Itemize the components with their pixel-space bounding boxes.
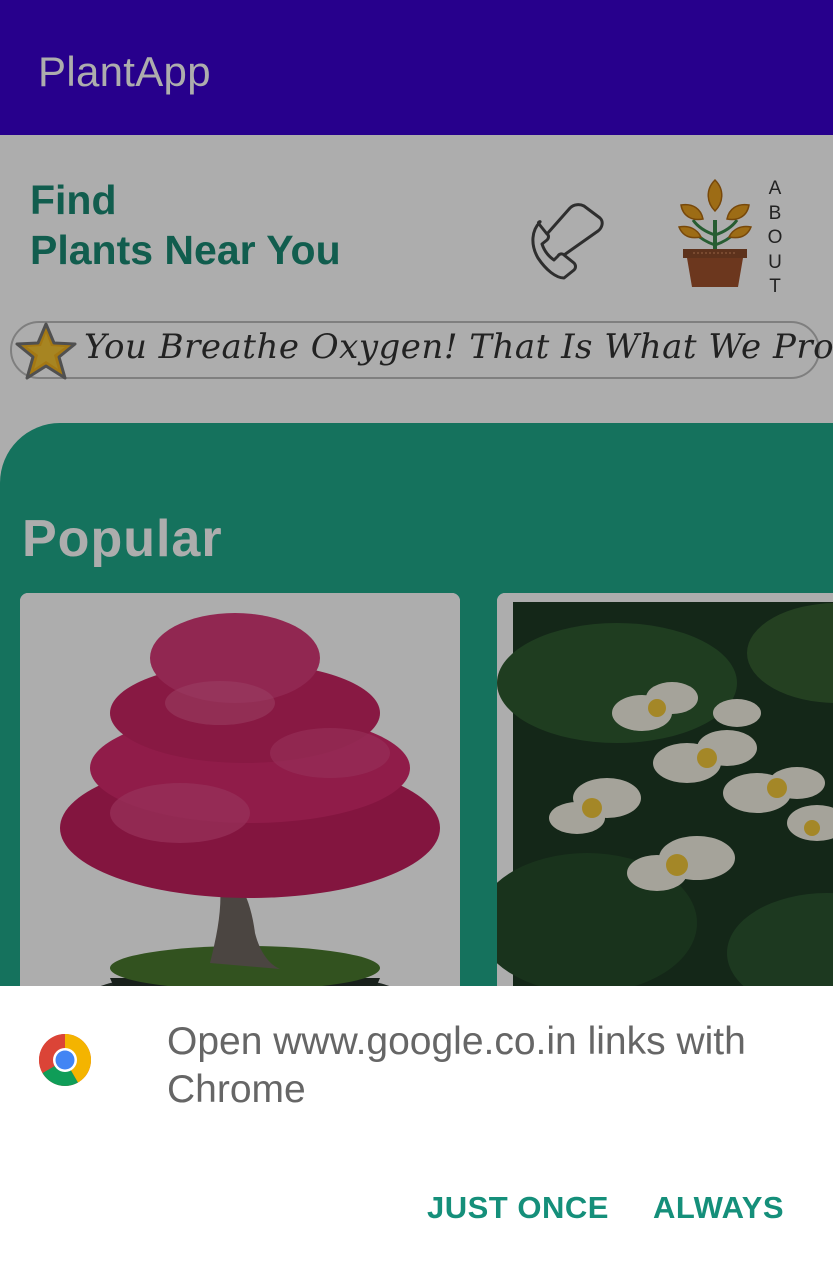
about-link[interactable]: A B O U T [766,177,784,300]
tagline-banner: You Breathe Oxygen! That Is What We Prov… [10,321,833,380]
plant-pot-logo[interactable] [675,175,755,290]
app-bar: PlantApp [0,0,833,135]
plant-card[interactable] [20,593,460,1013]
bonsai-tree-image [20,593,460,1013]
headline-line-2: Plants Near You [30,227,341,273]
header-section: Find Plants Near You A B O U T You Breat… [0,135,833,425]
app-title: PlantApp [38,48,211,95]
about-letter: O [767,227,783,248]
about-letter: U [768,251,782,273]
plant-app-screen: PlantApp Find Plants Near You A B O U T … [0,0,833,1280]
page-headline: Find Plants Near You [30,175,341,275]
open-with-message: Open www.google.co.in links with Chrome [167,1020,746,1111]
plumeria-flower-image [497,593,833,1013]
phone-icon[interactable] [520,200,610,285]
popular-heading: Popular [22,510,223,568]
just-once-button[interactable]: JUST ONCE [427,1190,609,1226]
tagline-text: You Breathe Oxygen! That Is What We Prov… [84,327,833,367]
star-icon [15,322,77,380]
about-letter: B [768,202,782,224]
about-letter: A [768,178,782,199]
about-letter: T [769,276,781,297]
headline-line-1: Find [30,177,117,223]
open-with-bottom-sheet: Open www.google.co.in links with Chrome … [0,986,833,1280]
plant-card[interactable] [497,593,833,1013]
chrome-icon [39,1034,91,1086]
always-button[interactable]: ALWAYS [653,1190,784,1226]
